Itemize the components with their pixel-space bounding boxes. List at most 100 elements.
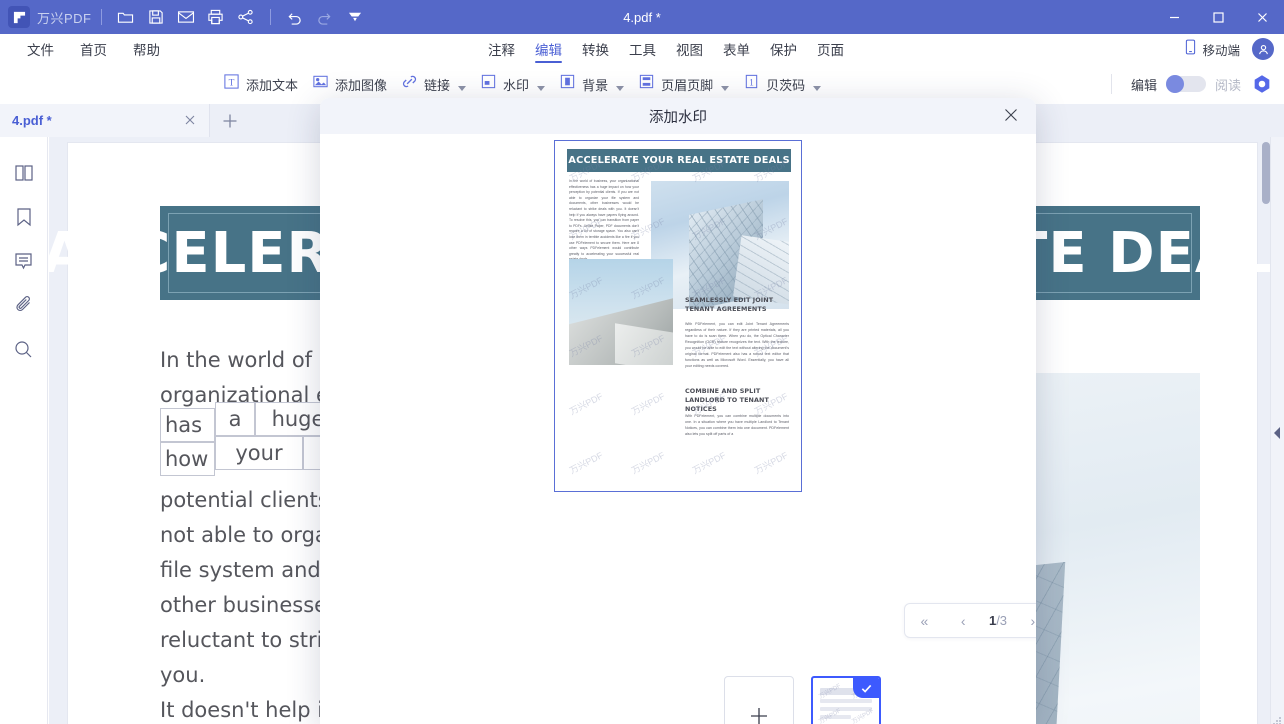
title-divider [101, 9, 102, 25]
edit-mode-label[interactable]: 编辑 [1131, 75, 1157, 94]
folder-icon[interactable] [111, 4, 141, 30]
ribbon-tabs: 注释 编辑 转换 工具 视图 表单 保护 页面 [478, 34, 854, 64]
vertical-scrollbar[interactable] [1262, 142, 1270, 718]
background-icon [559, 73, 576, 95]
menu-item-file[interactable]: 文件 [14, 39, 67, 59]
read-mode-label[interactable]: 阅读 [1215, 75, 1241, 94]
first-page-button[interactable]: « [911, 613, 937, 629]
sidebar-item-comments[interactable] [11, 248, 37, 274]
tab-form[interactable]: 表单 [713, 34, 760, 64]
window-controls [1152, 0, 1284, 34]
text-edit-box[interactable]: has [160, 408, 215, 442]
sidebar-item-search[interactable] [11, 336, 37, 362]
header-footer-icon [638, 73, 655, 95]
chevron-down-icon[interactable] [458, 86, 466, 91]
text-edit-box[interactable]: how [160, 442, 215, 476]
toolbar-group: T 添加文本 添加图像 链接 [216, 70, 828, 98]
application-window: 万兴PDF [0, 0, 1284, 724]
preview-heading: ACCELERATE YOUR REAL ESTATE DEALS [568, 155, 789, 166]
header-footer-button[interactable]: 页眉页脚 [631, 70, 736, 98]
tab-edit[interactable]: 编辑 [525, 34, 572, 64]
menu-bar: 文件 首页 帮助 注释 编辑 转换 工具 视图 表单 保护 页面 移动端 [0, 34, 1284, 64]
background-label: 背景 [582, 75, 608, 94]
total-pages: /3 [996, 613, 1007, 628]
next-page-button[interactable]: › [1020, 613, 1036, 629]
svg-text:1: 1 [749, 78, 754, 88]
minimize-button[interactable] [1152, 0, 1196, 34]
text-edit-box[interactable]: your [215, 436, 303, 470]
undo-icon[interactable] [280, 4, 310, 30]
menu-left-group: 文件 首页 帮助 [14, 39, 173, 59]
maximize-button[interactable] [1196, 0, 1240, 34]
mobile-label[interactable]: 移动端 [1202, 40, 1240, 59]
link-button[interactable]: 链接 [394, 70, 473, 98]
print-icon[interactable] [201, 4, 231, 30]
add-image-button[interactable]: 添加图像 [305, 70, 394, 98]
edit-box-text: has [165, 413, 202, 437]
add-watermark-preset-button[interactable] [724, 676, 794, 724]
new-tab-button[interactable] [210, 104, 250, 137]
tab-annotate[interactable]: 注释 [478, 34, 525, 64]
settings-hex-icon[interactable] [1250, 72, 1274, 96]
tab-view[interactable]: 视图 [666, 34, 713, 64]
sidebar-item-thumbnails[interactable] [11, 160, 37, 186]
preview-heading-1: SEAMLESSLY EDIT JOINT TENANT AGREEMENTS [685, 296, 789, 314]
watermark-text: 万兴PDF [606, 363, 688, 443]
add-text-label: 添加文本 [246, 75, 298, 94]
dialog-title: 添加水印 [649, 106, 707, 127]
mobile-phone-icon[interactable] [1185, 39, 1196, 60]
toolbar-divider [1111, 74, 1112, 94]
title-bar: 万兴PDF [0, 0, 1284, 34]
share-icon[interactable] [231, 4, 261, 30]
mail-icon[interactable] [171, 4, 201, 30]
menu-item-home[interactable]: 首页 [67, 39, 120, 59]
right-panel-collapse-icon[interactable] [1272, 422, 1282, 444]
sidebar-item-bookmarks[interactable] [11, 204, 37, 230]
watermark-icon [480, 73, 497, 95]
watermark-preset-list: 万兴PDF 万兴PDF 万兴PDF 万兴PDF 万兴PDF 万兴PDF [724, 676, 881, 724]
watermark-label: 水印 [503, 75, 529, 94]
tab-tools[interactable]: 工具 [619, 34, 666, 64]
chevron-down-icon[interactable] [813, 86, 821, 91]
preview-page[interactable]: ACCELERATE YOUR REAL ESTATE DEALS In the… [554, 140, 802, 492]
sidebar-item-attachments[interactable] [11, 292, 37, 318]
edit-box-text: a [229, 407, 242, 431]
watermark-preset-item[interactable]: 万兴PDF 万兴PDF 万兴PDF 万兴PDF 万兴PDF 万兴PDF [811, 676, 881, 724]
chevron-down-icon[interactable] [537, 86, 545, 91]
tab-protect[interactable]: 保护 [760, 34, 807, 64]
link-label: 链接 [424, 75, 450, 94]
resize-grip-icon[interactable] [1273, 713, 1282, 722]
app-logo-icon [8, 6, 30, 28]
title-divider-2 [270, 9, 271, 25]
chevron-down-icon[interactable] [616, 86, 624, 91]
edit-box-text: how [165, 447, 208, 471]
save-icon[interactable] [141, 4, 171, 30]
close-button[interactable] [1240, 0, 1284, 34]
redo-icon[interactable] [310, 4, 340, 30]
watermark-preview-area: ACCELERATE YOUR REAL ESTATE DEALS In the… [320, 134, 1036, 598]
edit-box-text: your [235, 441, 282, 465]
link-icon [401, 73, 418, 95]
tab-convert[interactable]: 转换 [572, 34, 619, 64]
dialog-close-icon[interactable] [1002, 106, 1022, 126]
preview-body-2: With PDFelement, you can combine multipl… [685, 413, 789, 437]
bates-number-button[interactable]: 1 贝茨码 [736, 70, 828, 98]
scrollbar-thumb[interactable] [1262, 142, 1270, 204]
document-tab[interactable]: 4.pdf * [0, 104, 210, 137]
prev-page-button[interactable]: ‹ [950, 613, 976, 629]
watermark-button[interactable]: 水印 [473, 70, 552, 98]
background-button[interactable]: 背景 [552, 70, 631, 98]
menu-item-help[interactable]: 帮助 [120, 39, 173, 59]
mode-switch-group: 编辑 阅读 [1101, 72, 1274, 96]
toggle-knob [1166, 75, 1184, 93]
dialog-header: 添加水印 [320, 98, 1036, 134]
add-text-button[interactable]: T 添加文本 [216, 70, 305, 98]
image-icon [312, 73, 329, 95]
chevron-down-icon[interactable] [721, 86, 729, 91]
text-edit-box[interactable]: a [215, 402, 255, 436]
more-icon[interactable] [340, 4, 370, 30]
edit-read-toggle[interactable] [1166, 76, 1206, 92]
close-icon[interactable] [183, 113, 197, 127]
avatar[interactable] [1252, 38, 1274, 60]
tab-page[interactable]: 页面 [807, 34, 854, 64]
